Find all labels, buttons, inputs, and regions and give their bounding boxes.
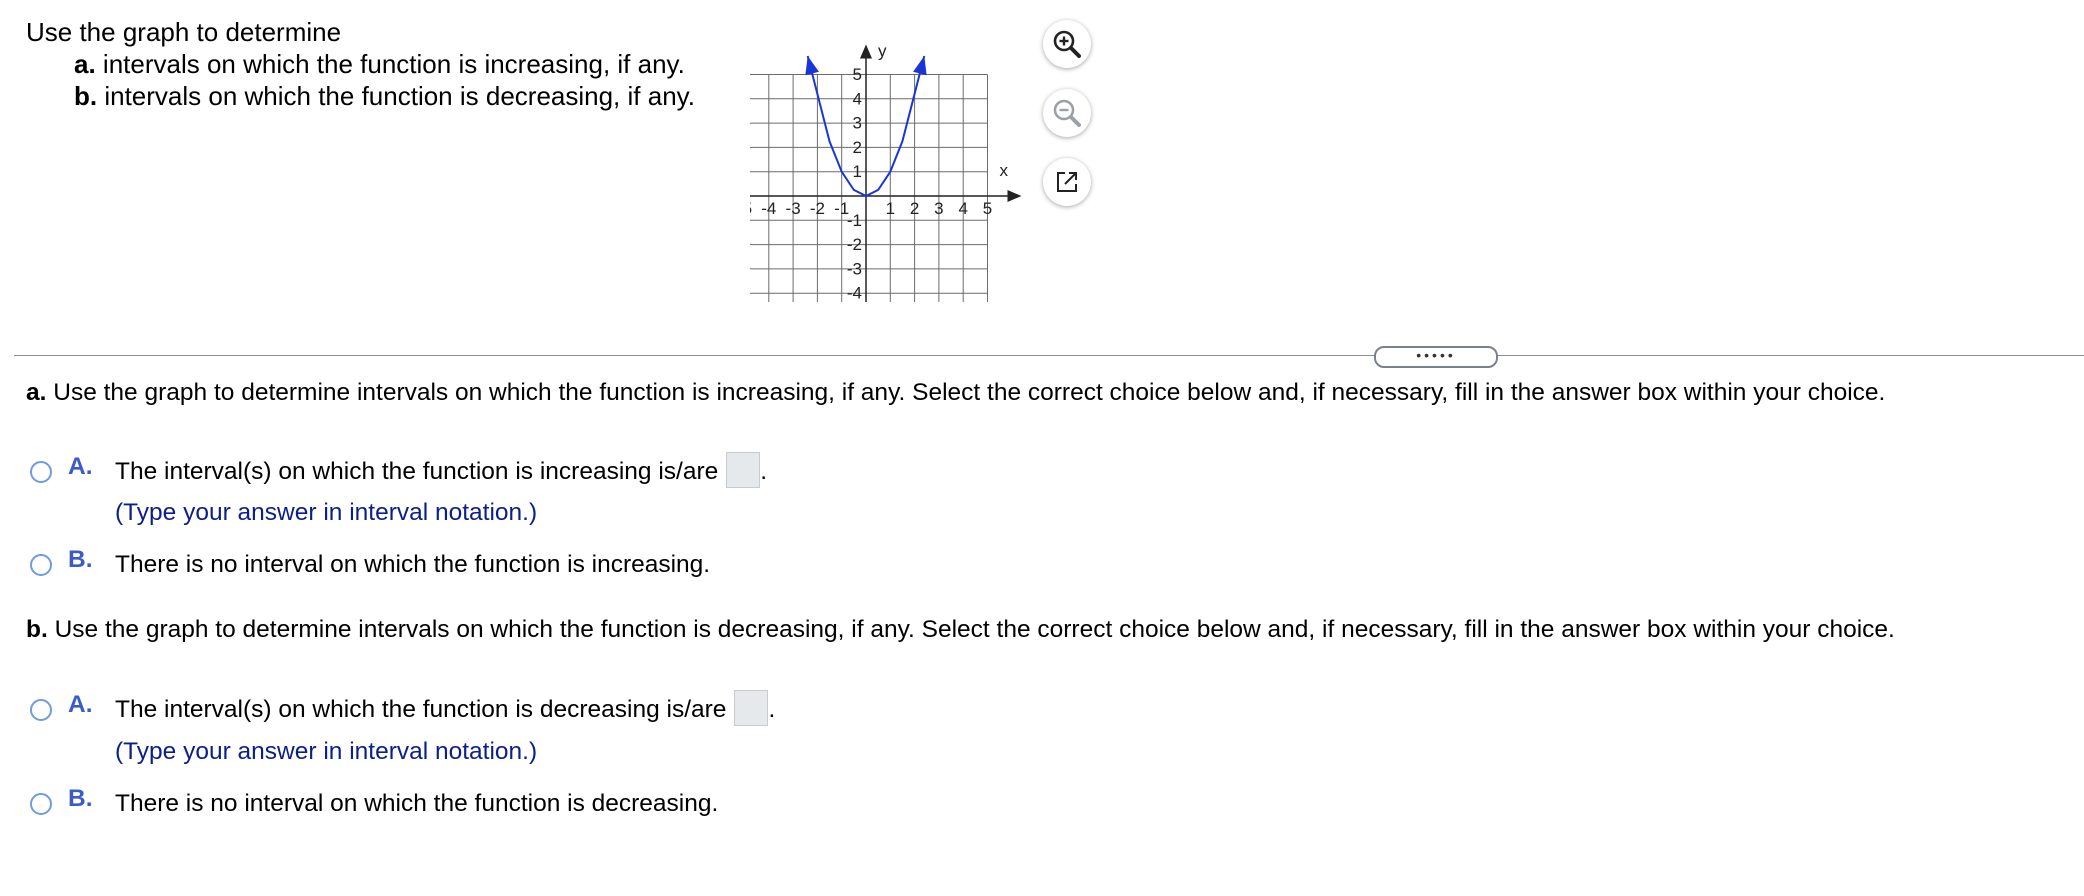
part-b-prompt: b. Use the graph to determine intervals …	[26, 615, 1895, 645]
y-tick-label: -2	[847, 235, 862, 254]
y-tick-label: 2	[853, 138, 862, 157]
y-tick-label: 3	[853, 114, 862, 133]
part-b-choice-b-radio[interactable]	[30, 793, 52, 815]
part-a-prompt: a. Use the graph to determine intervals …	[26, 378, 1885, 408]
zoom-in-button[interactable]	[1043, 20, 1091, 68]
y-axis-arrow	[860, 44, 872, 59]
choice-letter: B.	[68, 785, 93, 812]
choice-letter: A.	[68, 691, 93, 718]
part-a-choice-b-text: There is no interval on which the functi…	[115, 551, 711, 578]
choice-text: The interval(s) on which the function is…	[115, 451, 768, 489]
part-b-choice-a[interactable]: A. The interval(s) on which the function…	[30, 689, 775, 727]
part-b-choice-a-radio[interactable]	[30, 699, 52, 721]
x-tick-label: 5	[983, 199, 992, 218]
curve-arrow	[805, 56, 819, 76]
zoom-in-icon	[1053, 30, 1081, 58]
function-graph: xy-5-4-3-2-11234512345-1-2-3-4-5	[750, 42, 1022, 302]
part-b-label: b.	[26, 616, 48, 643]
x-tick-label: 3	[934, 199, 943, 218]
part-b-text: Use the graph to determine intervals on …	[47, 616, 1895, 643]
x-tick-label: -2	[810, 199, 825, 218]
choice-letter: A.	[68, 453, 93, 480]
x-axis-label: x	[1000, 161, 1009, 180]
zoom-out-button[interactable]	[1043, 89, 1091, 137]
curve-arrow	[913, 56, 927, 76]
choice-letter: B.	[68, 546, 93, 573]
x-axis-arrow	[1007, 190, 1022, 202]
y-tick-label: 5	[853, 65, 862, 84]
intro-item-a: a. intervals on which the function is in…	[26, 48, 695, 80]
section-divider	[14, 355, 2084, 356]
part-a-choice-a-radio[interactable]	[30, 461, 52, 483]
intro-a-label: a.	[74, 49, 96, 79]
part-a-choice-b-radio[interactable]	[30, 554, 52, 576]
part-b-answer-box[interactable]	[734, 689, 769, 726]
part-a-choice-a-text: The interval(s) on which the function is…	[115, 458, 719, 485]
y-tick-label: -1	[847, 211, 862, 230]
part-a-answer-box[interactable]	[726, 451, 761, 488]
part-a-choice-b[interactable]: B. There is no interval on which the fun…	[30, 546, 710, 582]
question-intro: Use the graph to determine a. intervals …	[26, 16, 695, 112]
period: .	[768, 696, 776, 723]
x-tick-label: -3	[786, 199, 801, 218]
intro-a-text: intervals on which the function is incre…	[95, 49, 685, 79]
intro-b-label: b.	[74, 81, 98, 111]
part-b-choice-b[interactable]: B. There is no interval on which the fun…	[30, 785, 718, 821]
part-b-hint: (Type your answer in interval notation.)	[115, 738, 538, 765]
y-tick-label: 1	[853, 162, 862, 181]
part-a-hint: (Type your answer in interval notation.)	[115, 499, 538, 526]
part-a-text: Use the graph to determine intervals on …	[46, 379, 1886, 406]
intro-line: Use the graph to determine	[26, 17, 342, 47]
part-b-choice-a-text: The interval(s) on which the function is…	[115, 696, 727, 723]
period: .	[760, 458, 768, 485]
y-tick-label: -3	[847, 259, 862, 278]
x-tick-label: -5	[750, 199, 752, 218]
choice-text: The interval(s) on which the function is…	[115, 689, 776, 727]
popout-icon	[1057, 172, 1077, 192]
x-tick-label: 2	[910, 199, 919, 218]
intro-item-b: b. intervals on which the function is de…	[26, 80, 695, 112]
x-tick-label: 1	[886, 199, 895, 218]
y-tick-label: -4	[847, 284, 862, 302]
part-b-choice-b-text: There is no interval on which the functi…	[115, 790, 719, 817]
x-tick-label: -4	[761, 199, 776, 218]
part-a-choice-a[interactable]: A. The interval(s) on which the function…	[30, 451, 767, 489]
popout-button[interactable]	[1043, 158, 1091, 206]
zoom-out-icon	[1053, 99, 1081, 127]
y-axis-label: y	[878, 42, 887, 61]
divider-handle[interactable]: •••••	[1374, 346, 1498, 368]
part-a-label: a.	[26, 379, 47, 406]
y-tick-label: 4	[853, 89, 862, 108]
intro-b-text: intervals on which the function is decre…	[97, 81, 695, 111]
x-tick-label: 4	[958, 199, 967, 218]
